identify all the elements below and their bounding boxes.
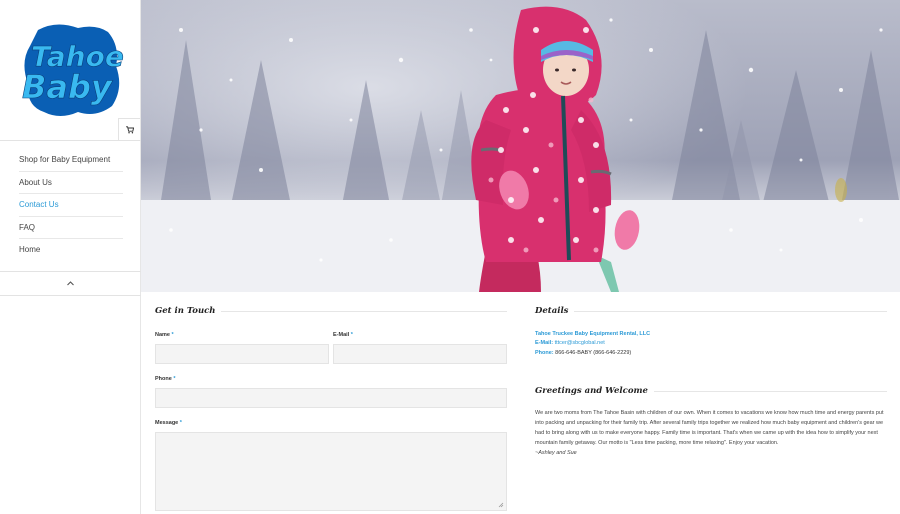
company-name: Tahoe Truckee Baby Equipment Rental, LLC: [535, 331, 651, 337]
name-label: Name *: [155, 332, 174, 338]
sidebar-collapse-button[interactable]: [0, 271, 141, 296]
email-link[interactable]: tttcer@sbcglobal.net: [555, 340, 605, 346]
svg-text:Baby: Baby: [22, 68, 113, 106]
resize-grip-icon[interactable]: [498, 502, 504, 508]
email-label: E-Mail *: [333, 332, 353, 338]
tahoe-baby-logo[interactable]: Tahoe Baby: [16, 18, 126, 118]
cart-button[interactable]: [118, 118, 140, 140]
form-title: Get in Touch: [155, 306, 216, 316]
details-title-row: Details: [535, 306, 887, 316]
nav-item-home[interactable]: Home: [19, 239, 123, 262]
shopping-cart-icon: [125, 125, 134, 133]
phone-field[interactable]: [155, 388, 507, 408]
phone-number: 866-646-BABY (866-646-2229): [555, 349, 632, 356]
message-label: Message *: [155, 420, 182, 426]
email-field[interactable]: [333, 344, 507, 364]
message-field[interactable]: [155, 432, 507, 511]
contact-form: Get in Touch Name * E-Mail * Phone * Mes…: [155, 306, 507, 511]
chevron-up-icon: [67, 281, 74, 286]
nav-item-shop[interactable]: Shop for Baby Equipment: [19, 149, 123, 172]
nav-item-about-us[interactable]: About Us: [19, 172, 123, 194]
phone-detail: Phone: 866-646-BABY (866-646-2229): [535, 349, 632, 356]
greetings-signature: ~Ashley and Sue: [535, 450, 577, 456]
main-nav: Shop for Baby Equipment About Us Contact…: [19, 149, 123, 262]
greetings-body: We are two moms from The Tahoe Basin wit…: [535, 410, 884, 446]
greetings-title-row: Greetings and Welcome: [535, 386, 887, 396]
nav-item-faq[interactable]: FAQ: [19, 217, 123, 239]
phone-label: Phone *: [155, 376, 176, 382]
hero-photo-child-in-snow: [141, 0, 900, 292]
sidebar: Tahoe Baby Shop for Baby Equipment About…: [0, 0, 141, 514]
name-field[interactable]: [155, 344, 329, 364]
details-column: Details Tahoe Truckee Baby Equipment Ren…: [535, 306, 887, 458]
details-title: Details: [535, 306, 569, 316]
hero-image: [141, 0, 900, 292]
content-area: Get in Touch Name * E-Mail * Phone * Mes…: [141, 292, 900, 514]
greetings-title: Greetings and Welcome: [535, 386, 648, 396]
nav-item-contact-us[interactable]: Contact Us: [19, 194, 123, 217]
form-title-row: Get in Touch: [155, 306, 507, 316]
email-detail: E-Mail: tttcer@sbcglobal.net: [535, 340, 605, 346]
